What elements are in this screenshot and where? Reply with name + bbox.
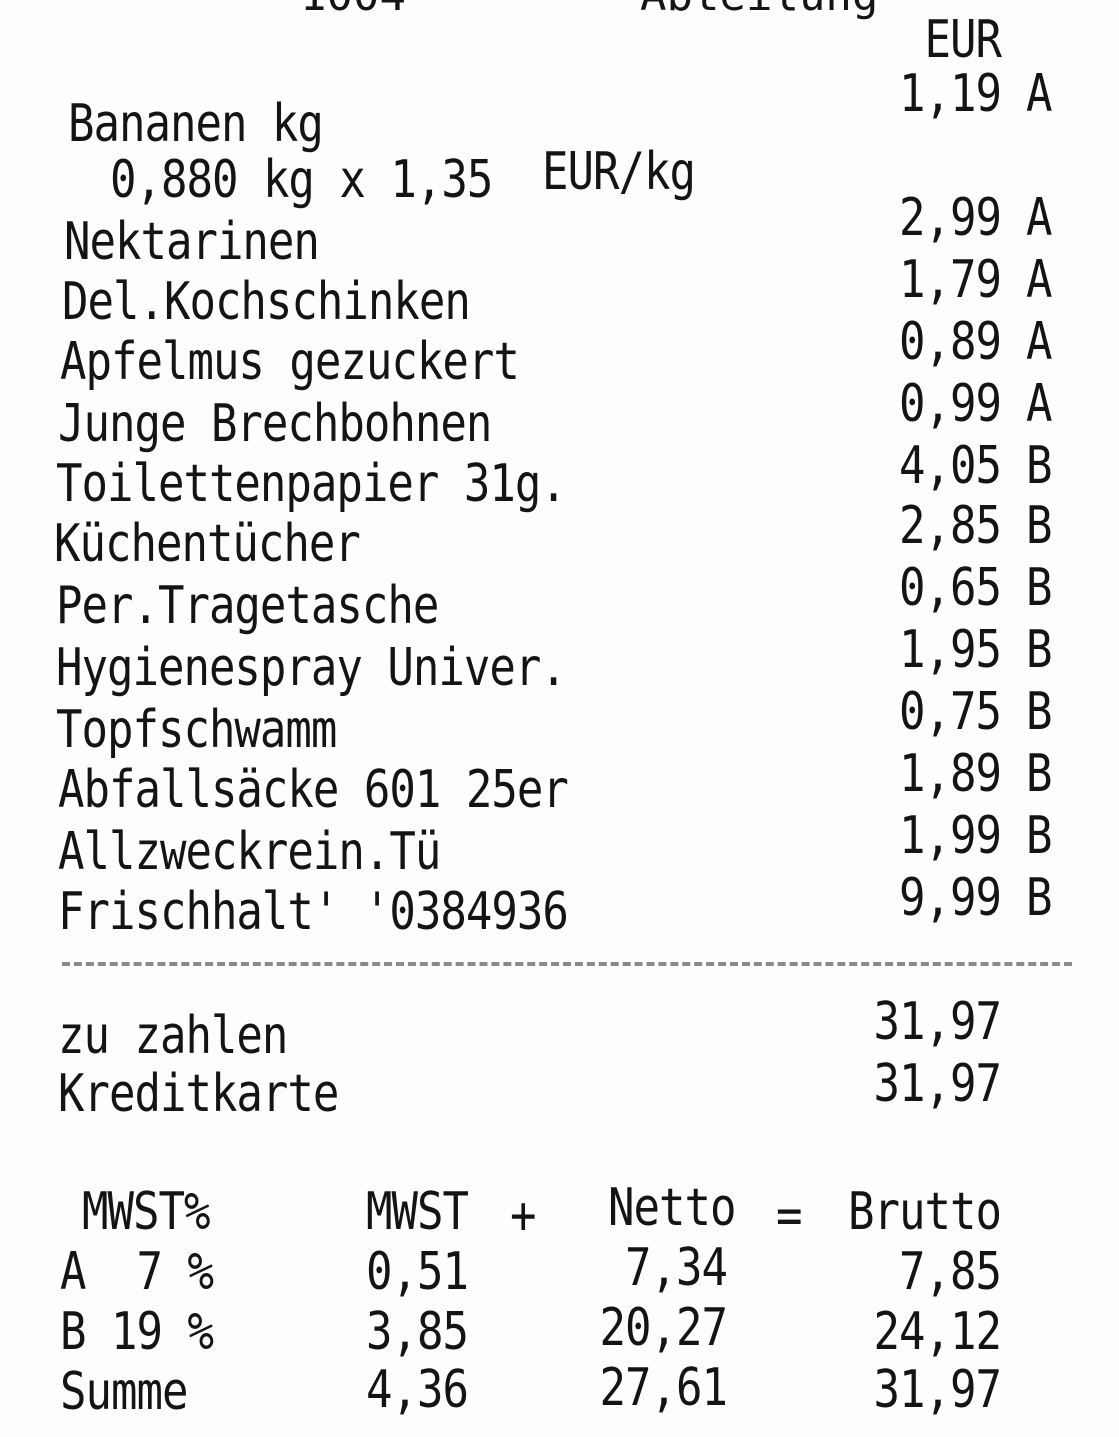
tax-row-gross: 24,12: [873, 1301, 1002, 1362]
tax-header-rate: MWST%: [82, 1181, 210, 1242]
tax-row-rate: Summe: [60, 1361, 188, 1422]
item-name: Allzweckrein.Tü: [58, 821, 441, 882]
item-tax-class: B: [1026, 557, 1052, 618]
tax-row-net: 27,61: [599, 1357, 728, 1418]
item-name: Del.Kochschinken: [62, 271, 471, 332]
item-tax-class: B: [1026, 743, 1052, 804]
item-price: 1,79: [899, 249, 1002, 310]
item-name: Junge Brechbohnen: [58, 393, 492, 454]
item-name: Per.Tragetasche: [56, 575, 439, 636]
item-price: 2,85: [899, 495, 1002, 556]
item-name: Frischhalt' '0384936: [58, 881, 569, 942]
item-name: Toilettenpapier 31g.: [56, 453, 567, 514]
tax-header-vat: MWST: [366, 1181, 469, 1242]
item-price: 0,65: [899, 557, 1002, 618]
cut-header-left: 1004: [300, 0, 406, 21]
tax-row-gross: 31,97: [873, 1359, 1002, 1420]
item-price: 9,99: [899, 867, 1002, 928]
to-pay-value: 31,97: [873, 991, 1002, 1052]
tax-header-gross: Brutto: [848, 1181, 1002, 1242]
item-name: Abfallsäcke 601 25er: [58, 759, 569, 820]
card-value: 31,97: [873, 1053, 1002, 1114]
item-tax-class: A: [1026, 249, 1052, 310]
item-price: 1,95: [899, 619, 1002, 680]
dashed-divider: [62, 962, 1072, 966]
tax-row-vat: 0,51: [366, 1241, 469, 1302]
receipt: 1004 Abteilung EUR Bananen kg 1,19 A 0,8…: [0, 0, 1119, 1437]
cut-header-right: Abteilung: [640, 0, 878, 21]
tax-row-vat: 3,85: [366, 1301, 469, 1362]
tax-header-net: Netto: [608, 1177, 736, 1238]
tax-row-vat: 4,36: [366, 1359, 469, 1420]
item-tax-class: B: [1026, 805, 1052, 866]
item-tax-class: A: [1026, 373, 1052, 434]
item-price: 0,99: [899, 373, 1002, 434]
tax-header-equals: =: [776, 1185, 802, 1246]
tax-header-plus: +: [510, 1185, 536, 1246]
item-price: 0,89: [899, 311, 1002, 372]
item-name: Hygienespray Univer.: [56, 637, 567, 698]
banana-quantity: 0,880 kg x 1,35: [110, 149, 493, 210]
card-label: Kreditkarte: [58, 1063, 339, 1124]
item-price: 2,99: [899, 187, 1002, 248]
item-price: 4,05: [899, 435, 1002, 496]
item-tax-class: B: [1026, 681, 1052, 742]
item-tax-class: A: [1026, 187, 1052, 248]
tax-row-gross: 7,85: [899, 1241, 1002, 1302]
banana-unit: EUR/kg: [542, 141, 696, 202]
item-price: 1,99: [899, 805, 1002, 866]
item-name: Küchentücher: [54, 513, 361, 574]
item-tax-class: B: [1026, 495, 1052, 556]
item-price: 1,19: [899, 63, 1002, 124]
tax-row-net: 20,27: [599, 1297, 728, 1358]
item-name: Topfschwamm: [56, 699, 337, 760]
item-price: 1,89: [899, 743, 1002, 804]
item-tax-class: A: [1026, 311, 1052, 372]
to-pay-label: zu zahlen: [58, 1005, 288, 1066]
tax-row-rate: B 19 %: [60, 1301, 214, 1362]
tax-row-rate: A 7 %: [60, 1241, 214, 1302]
item-tax-class: A: [1026, 63, 1052, 124]
item-tax-class: B: [1026, 435, 1052, 496]
item-tax-class: B: [1026, 867, 1052, 928]
item-name: Nektarinen: [64, 211, 320, 272]
currency-label: EUR: [924, 9, 1002, 70]
item-price: 0,75: [899, 681, 1002, 742]
tax-row-net: 7,34: [625, 1237, 728, 1298]
item-tax-class: B: [1026, 619, 1052, 680]
item-name: Bananen kg: [68, 93, 324, 154]
item-name: Apfelmus gezuckert: [60, 331, 520, 392]
